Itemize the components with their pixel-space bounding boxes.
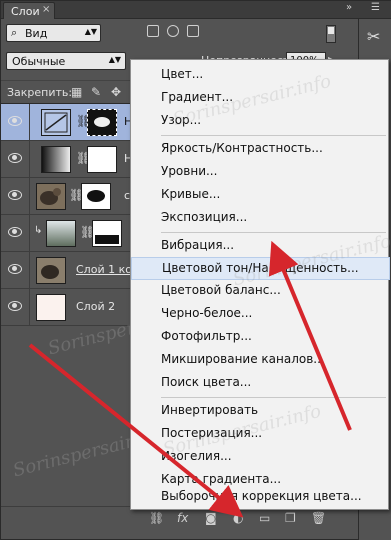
new-layer-icon[interactable]: ❐: [285, 511, 296, 525]
menu-item-black-white[interactable]: Черно-белое...: [131, 303, 390, 326]
trash-icon[interactable]: 🗑: [311, 511, 326, 525]
filter-toggle[interactable]: [326, 25, 336, 43]
blend-mode-label: Обычные: [12, 55, 66, 68]
new-group-icon[interactable]: ▭: [259, 511, 270, 525]
filter-pixel-icon[interactable]: [147, 25, 159, 37]
tab-layers[interactable]: Слои ×: [3, 2, 55, 19]
layer-thumbnail: [36, 257, 66, 284]
adjustment-layer-menu: Цвет... Градиент... Узор... Яркость/Конт…: [130, 59, 391, 510]
divider: [29, 104, 30, 141]
link-layers-icon[interactable]: ⛓: [149, 511, 164, 525]
menu-item-selective-color[interactable]: Выборочная коррекция цвета...: [131, 486, 390, 509]
visibility-eye-icon[interactable]: [8, 116, 22, 126]
menu-item-brightness-contrast[interactable]: Яркость/Контрастность...: [131, 138, 390, 161]
menu-item-channel-mixer[interactable]: Микширование каналов...: [131, 349, 390, 372]
filter-type-icon[interactable]: [187, 25, 199, 37]
search-icon: ⌕: [11, 26, 18, 39]
adjustment-hue-icon: [41, 109, 71, 136]
menu-item-photo-filter[interactable]: Фотофильтр...: [131, 326, 390, 349]
layer-thumbnail: [36, 294, 66, 321]
menu-item-solid-color[interactable]: Цвет...: [131, 64, 390, 87]
lock-position-icon[interactable]: ✥: [111, 85, 121, 99]
blend-mode-select[interactable]: Обычные ▲▼: [6, 52, 126, 70]
chevron-down-icon: ▲▼: [108, 55, 121, 64]
clipping-arrow-icon: ↳: [34, 225, 43, 236]
lock-label: Закрепить:: [7, 86, 73, 99]
visibility-eye-icon[interactable]: [8, 153, 22, 163]
visibility-eye-icon[interactable]: [8, 264, 22, 274]
lock-pixels-icon[interactable]: ✎: [91, 85, 101, 99]
visibility-eye-icon[interactable]: [8, 190, 22, 200]
layer-mask-thumbnail[interactable]: [87, 146, 117, 173]
menu-separator: [161, 232, 386, 233]
chevron-down-icon: ▲▼: [84, 27, 97, 36]
filter-kind-label: Вид: [25, 27, 48, 40]
filter-adjustment-icon[interactable]: [167, 25, 179, 37]
menu-separator: [161, 135, 386, 136]
add-mask-icon[interactable]: ◙: [205, 511, 217, 525]
tab-label: Слои: [11, 5, 40, 18]
layer-mask-thumbnail[interactable]: [81, 183, 111, 210]
visibility-eye-icon[interactable]: [8, 301, 22, 311]
panel-titlebar: Слои × » ☰: [1, 1, 391, 19]
new-adjustment-layer-icon[interactable]: ◐: [233, 511, 243, 525]
menu-item-levels[interactable]: Уровни...: [131, 161, 390, 184]
divider: [29, 141, 30, 178]
lock-transparency-icon[interactable]: ▦: [71, 85, 82, 99]
divider: [29, 178, 30, 215]
menu-item-color-lookup[interactable]: Поиск цвета...: [131, 372, 390, 395]
menu-item-pattern[interactable]: Узор...: [131, 110, 390, 133]
close-icon[interactable]: ×: [42, 4, 50, 15]
visibility-eye-icon[interactable]: [8, 227, 22, 237]
collapse-icon[interactable]: »: [346, 2, 352, 13]
divider: [29, 252, 30, 289]
layer-name[interactable]: Слой 2: [76, 300, 115, 313]
layer-thumbnail: [46, 220, 76, 247]
layer-mask-thumbnail[interactable]: [87, 109, 117, 136]
panel-menu-icon[interactable]: ☰: [371, 2, 380, 13]
menu-item-curves[interactable]: Кривые...: [131, 184, 390, 207]
scissors-icon[interactable]: ✂: [367, 27, 380, 46]
divider: [29, 215, 30, 252]
menu-separator: [161, 397, 386, 398]
gradient-fill-icon: [41, 146, 71, 173]
fx-button[interactable]: fx: [177, 511, 188, 525]
divider: [29, 289, 30, 326]
filter-kind-select[interactable]: ⌕ Вид ▲▼: [6, 24, 101, 42]
layer-thumbnail: [36, 183, 66, 210]
menu-item-exposure[interactable]: Экспозиция...: [131, 207, 390, 230]
layer-mask-thumbnail[interactable]: [92, 220, 122, 247]
